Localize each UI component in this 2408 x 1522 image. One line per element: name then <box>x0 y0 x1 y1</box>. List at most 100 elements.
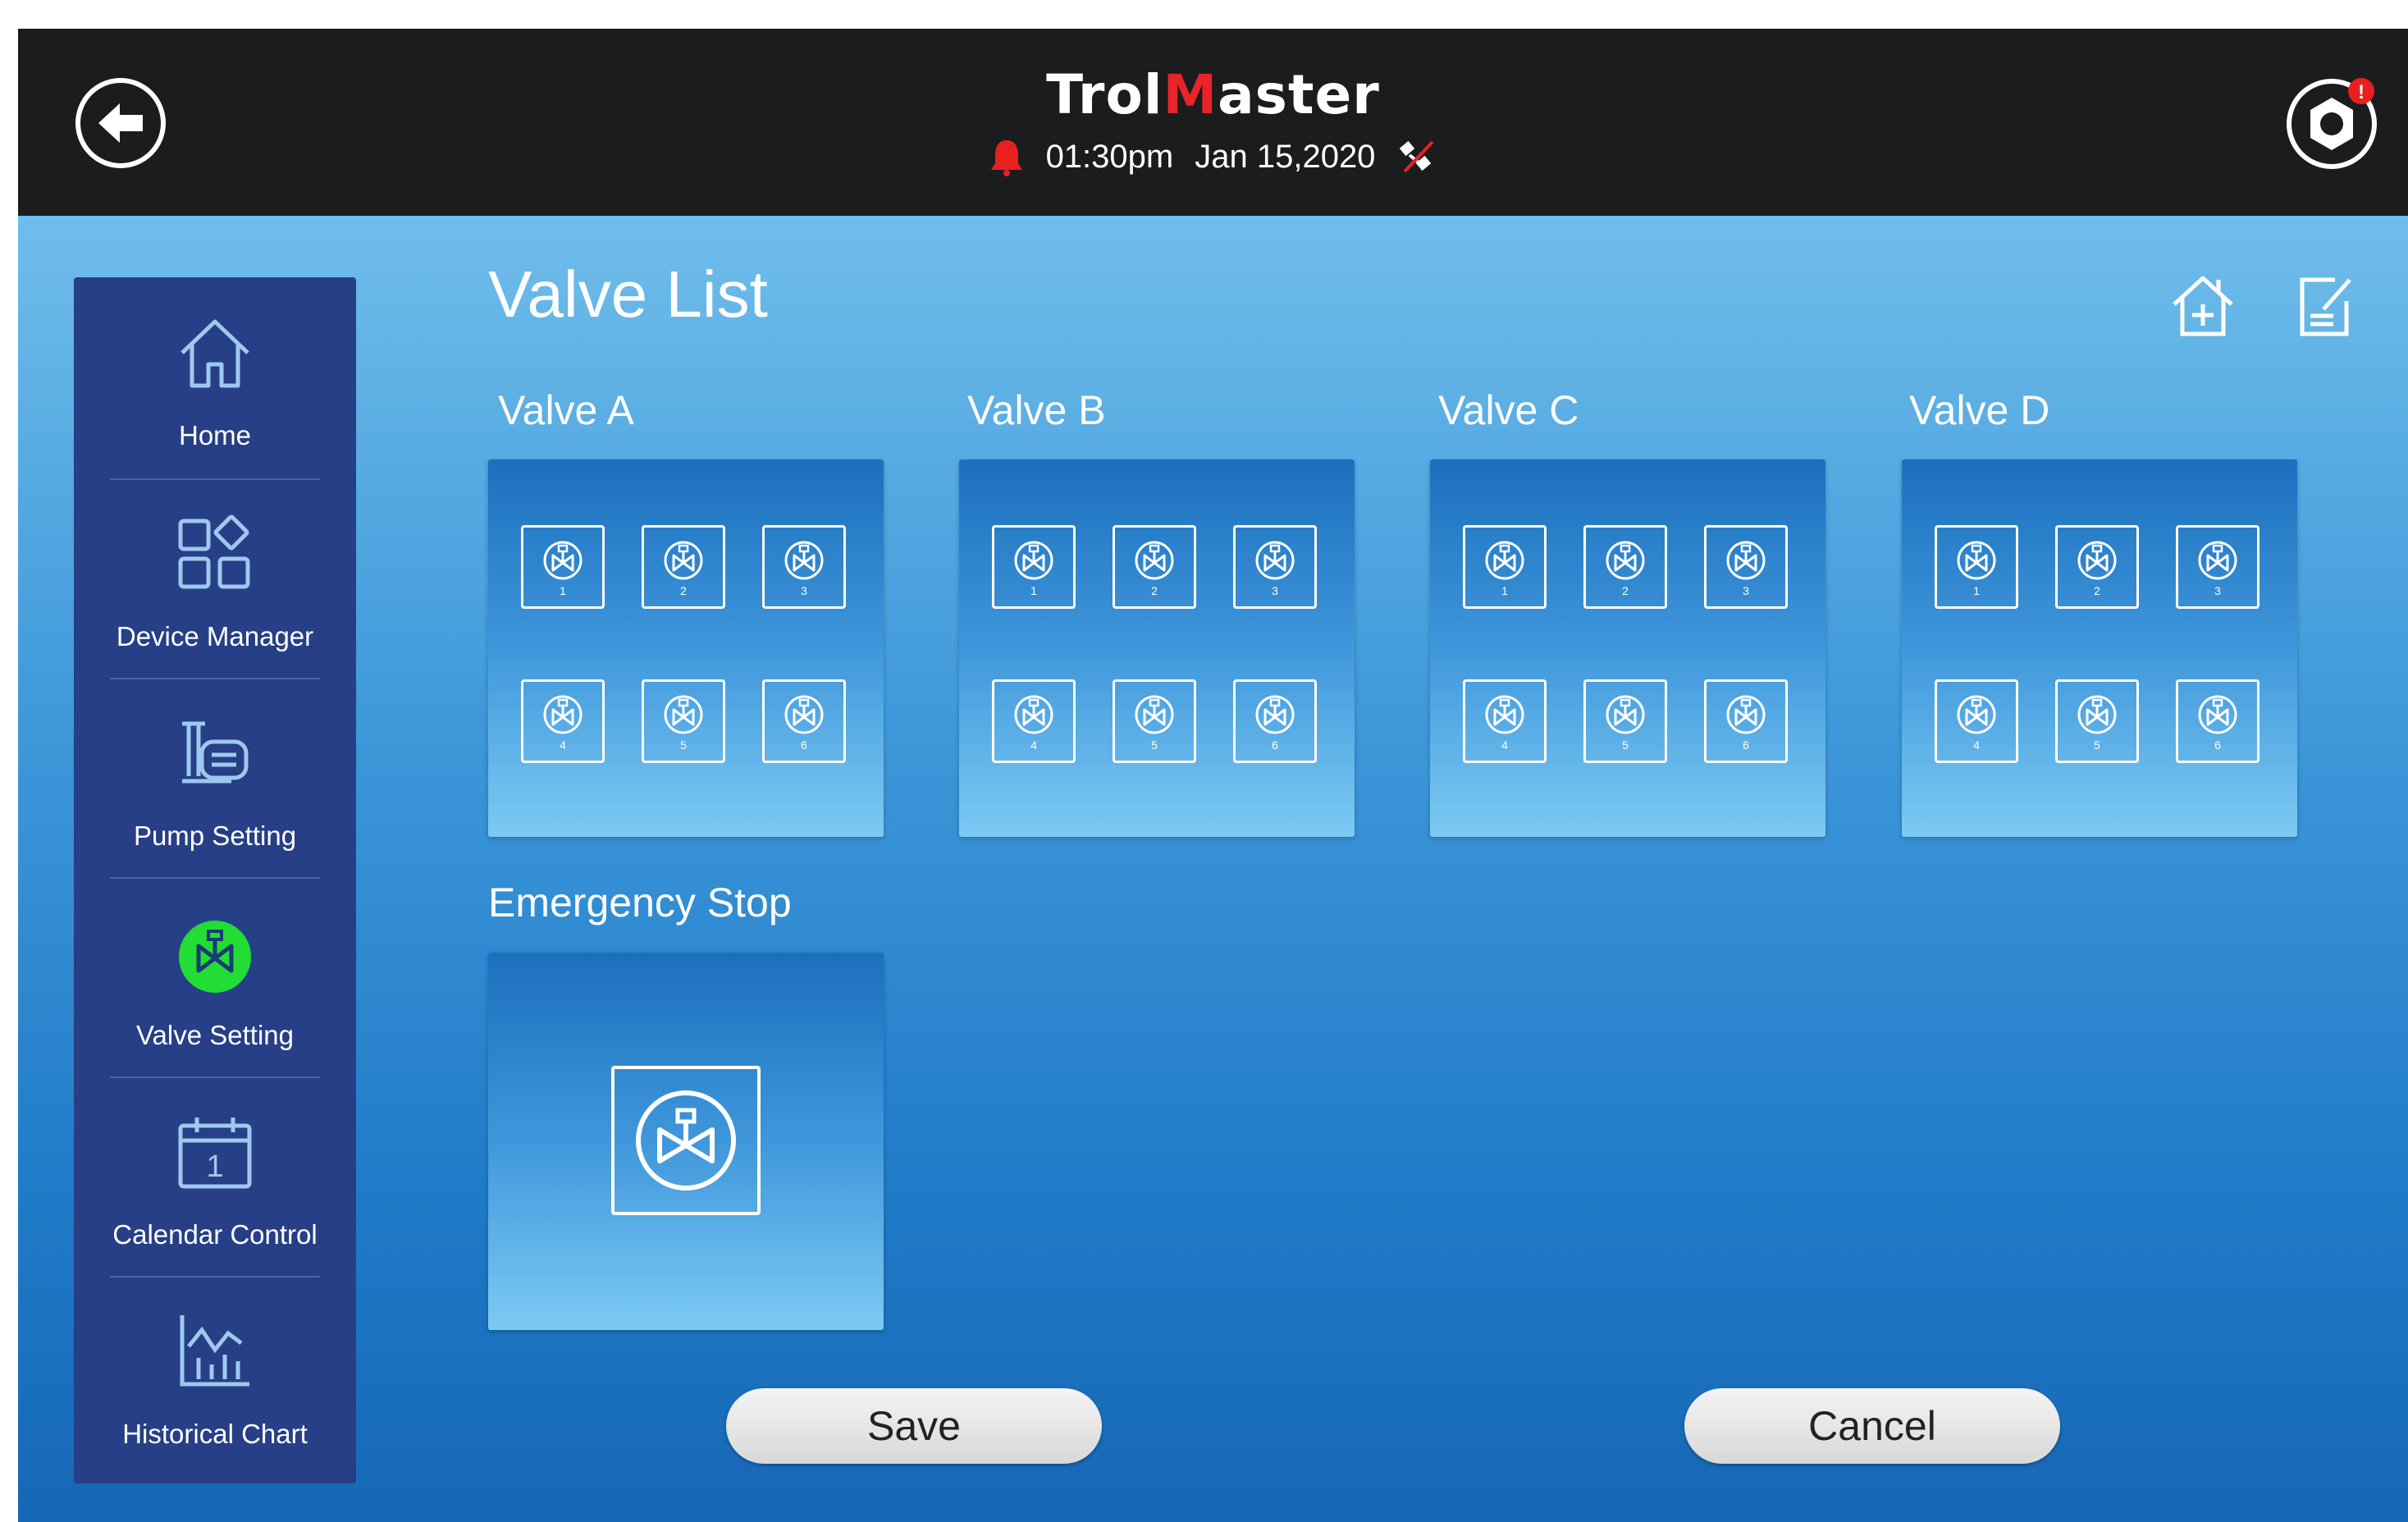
sidebar-item-valve-setting[interactable]: Valve Setting <box>74 877 356 1076</box>
valve-icon: 4 <box>1485 695 1524 752</box>
pump-icon <box>182 721 249 784</box>
valve-number: 5 <box>680 738 687 752</box>
valve-button[interactable]: 1 <box>521 525 605 609</box>
valve-button[interactable]: 1 <box>1463 525 1547 609</box>
clock-date: Jan 15,2020 <box>1195 139 1376 175</box>
settings-gear-icon: ! <box>2287 78 2377 169</box>
valve-button[interactable]: 5 <box>1113 679 1196 763</box>
valve-number: 2 <box>2094 584 2100 597</box>
app-window: TrolMaster 01:30pm Jan 15,2020 ! Home De… <box>18 29 2408 1522</box>
valve-icon <box>179 921 251 993</box>
group-label-valve-c: Valve C <box>1438 387 1579 433</box>
valve-number: 1 <box>1030 584 1037 597</box>
valve-button[interactable]: 5 <box>1583 679 1667 763</box>
valve-icon: 1 <box>1014 541 1053 597</box>
valve-icon: 2 <box>664 541 703 597</box>
group-label-valve-d: Valve D <box>1909 387 2050 433</box>
notification-badge: ! <box>2358 81 2365 103</box>
valve-number: 6 <box>1272 738 1278 752</box>
valve-number: 5 <box>1622 738 1629 752</box>
valve-number: 6 <box>801 738 807 752</box>
page-title: Valve List <box>488 258 768 331</box>
valve-icon: 5 <box>664 695 703 752</box>
emergency-valve-icon <box>636 1090 736 1191</box>
valve-icon: 6 <box>1726 695 1766 752</box>
valve-number: 4 <box>1030 738 1037 752</box>
valve-panel-d: 1 2 3 4 5 6 <box>1902 459 2297 837</box>
emergency-panel <box>488 953 884 1330</box>
valve-button[interactable]: 4 <box>521 679 605 763</box>
main-area: Home Device Manager Pump Setting Valve S… <box>18 216 2408 1522</box>
sidebar-item-pump-setting[interactable]: Pump Setting <box>74 678 356 877</box>
home-icon <box>180 319 249 388</box>
edit-button[interactable] <box>2292 272 2360 339</box>
valve-button[interactable]: 3 <box>2176 525 2259 609</box>
status-line: 01:30pm Jan 15,2020 <box>18 137 2408 176</box>
valve-button[interactable]: 5 <box>2055 679 2139 763</box>
valve-icon: 2 <box>1606 541 1645 597</box>
add-home-button[interactable] <box>2169 272 2237 339</box>
clock-time: 01:30pm <box>1045 139 1174 175</box>
valve-number: 2 <box>680 584 687 597</box>
settings-button[interactable]: ! <box>2284 75 2383 173</box>
valve-icon: 3 <box>784 541 824 597</box>
valve-button[interactable]: 3 <box>1704 525 1788 609</box>
valve-button[interactable]: 4 <box>1463 679 1547 763</box>
valve-button[interactable]: 3 <box>1233 525 1317 609</box>
valve-number: 2 <box>1622 584 1629 597</box>
calendar-icon: 1 <box>178 1118 252 1189</box>
valve-button[interactable]: 6 <box>2176 679 2259 763</box>
valve-number: 3 <box>801 584 807 597</box>
valve-button[interactable]: 6 <box>762 679 846 763</box>
valve-icon: 3 <box>1726 541 1766 597</box>
sidebar-item-home[interactable]: Home <box>74 277 356 477</box>
valve-button[interactable]: 2 <box>1113 525 1196 609</box>
valve-icon: 2 <box>1135 541 1174 597</box>
sidebar-item-label: Device Manager <box>116 621 314 651</box>
valve-icon: 5 <box>1135 695 1174 752</box>
sidebar-item-calendar-control[interactable]: 1 Calendar Control <box>74 1076 356 1276</box>
valve-button[interactable]: 2 <box>1583 525 1667 609</box>
device-grid-icon <box>178 514 250 589</box>
valve-icon: 1 <box>543 541 583 597</box>
group-label-valve-a: Valve A <box>498 387 634 433</box>
valve-number: 1 <box>560 584 566 597</box>
valve-button[interactable]: 4 <box>1935 679 2018 763</box>
valve-icon: 3 <box>1255 541 1295 597</box>
save-button[interactable]: Save <box>726 1388 1102 1464</box>
valve-icon: 6 <box>2198 695 2237 752</box>
valve-number: 3 <box>2214 584 2221 597</box>
valve-number: 1 <box>1973 584 1980 597</box>
valve-number: 3 <box>1743 584 1749 597</box>
valve-number: 5 <box>1151 738 1158 752</box>
valve-panel-c: 1 2 3 4 5 6 <box>1430 459 1825 837</box>
cancel-button[interactable]: Cancel <box>1684 1388 2060 1464</box>
valve-icon: 2 <box>2077 541 2117 597</box>
valve-button[interactable]: 6 <box>1704 679 1788 763</box>
valve-number: 5 <box>2094 738 2100 752</box>
valve-button[interactable]: 5 <box>642 679 725 763</box>
valve-number: 1 <box>1501 584 1508 597</box>
valve-button[interactable]: 2 <box>2055 525 2139 609</box>
emergency-stop-button[interactable] <box>611 1066 761 1215</box>
sidebar-item-historical-chart[interactable]: Historical Chart <box>74 1276 356 1475</box>
group-label-valve-b: Valve B <box>967 387 1106 433</box>
valve-button[interactable]: 2 <box>642 525 725 609</box>
valve-icon: 6 <box>784 695 824 752</box>
valve-button[interactable]: 6 <box>1233 679 1317 763</box>
valve-button[interactable]: 1 <box>1935 525 2018 609</box>
valve-button[interactable]: 4 <box>992 679 1076 763</box>
valve-icon: 6 <box>1255 695 1295 752</box>
valve-button[interactable]: 3 <box>762 525 846 609</box>
sidebar-item-label: Pump Setting <box>133 820 297 851</box>
alarm-bell-icon[interactable] <box>989 137 1025 176</box>
valve-panel-b: 1 2 3 4 5 6 <box>959 459 1355 837</box>
sidebar-item-device-manager[interactable]: Device Manager <box>74 478 356 678</box>
valve-button[interactable]: 1 <box>992 525 1076 609</box>
calendar-day: 1 <box>206 1149 223 1184</box>
valve-icon: 4 <box>1957 695 1996 752</box>
valve-icon: 4 <box>543 695 583 752</box>
sidebar-item-label: Calendar Control <box>112 1219 318 1250</box>
edit-note-icon <box>2300 277 2351 336</box>
brand-logo: TrolMaster <box>1046 63 1380 126</box>
